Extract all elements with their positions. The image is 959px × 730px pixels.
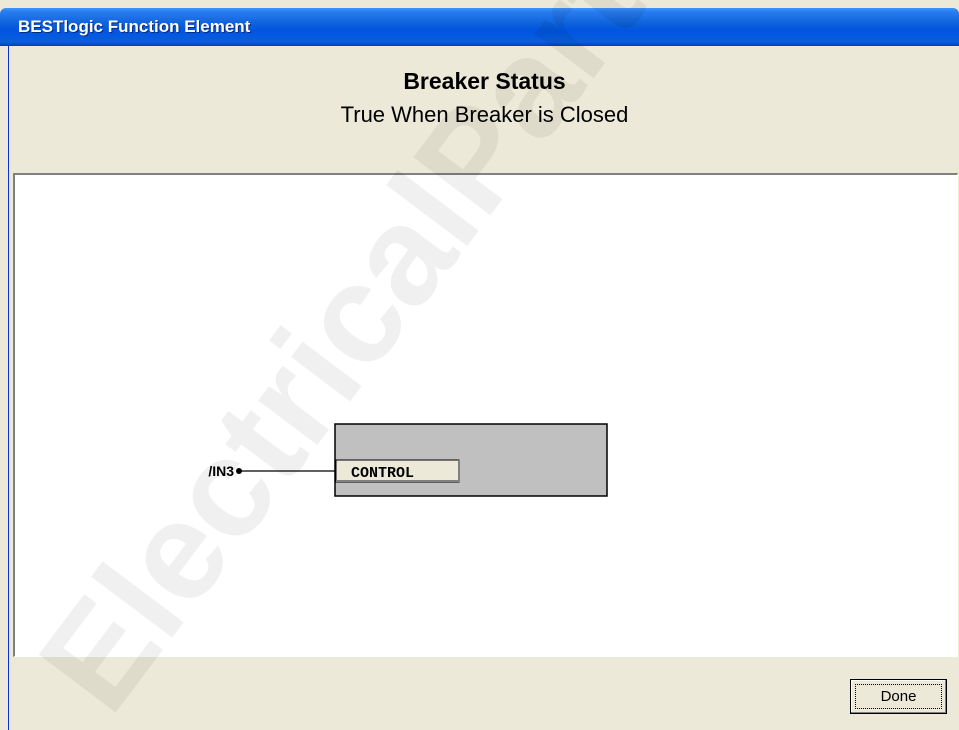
input-node-dot xyxy=(236,468,242,474)
done-button-label: Done xyxy=(880,688,917,705)
element-title: Breaker Status xyxy=(403,68,566,94)
logic-diagram: CONTROL /IN3 xyxy=(208,423,608,497)
input-label: /IN3 xyxy=(208,463,234,479)
dialog-client: Breaker Status True When Breaker is Clos… xyxy=(8,46,959,730)
logic-diagram-canvas: CONTROL /IN3 xyxy=(13,173,958,657)
element-description: True When Breaker is Closed xyxy=(340,102,629,127)
dialog-header: Breaker Status True When Breaker is Clos… xyxy=(9,46,959,172)
control-port-label: CONTROL xyxy=(351,465,414,482)
window-title: BESTlogic Function Element xyxy=(18,17,251,36)
done-button[interactable]: Done xyxy=(850,679,947,714)
title-bar[interactable]: BESTlogic Function Element xyxy=(0,8,959,46)
